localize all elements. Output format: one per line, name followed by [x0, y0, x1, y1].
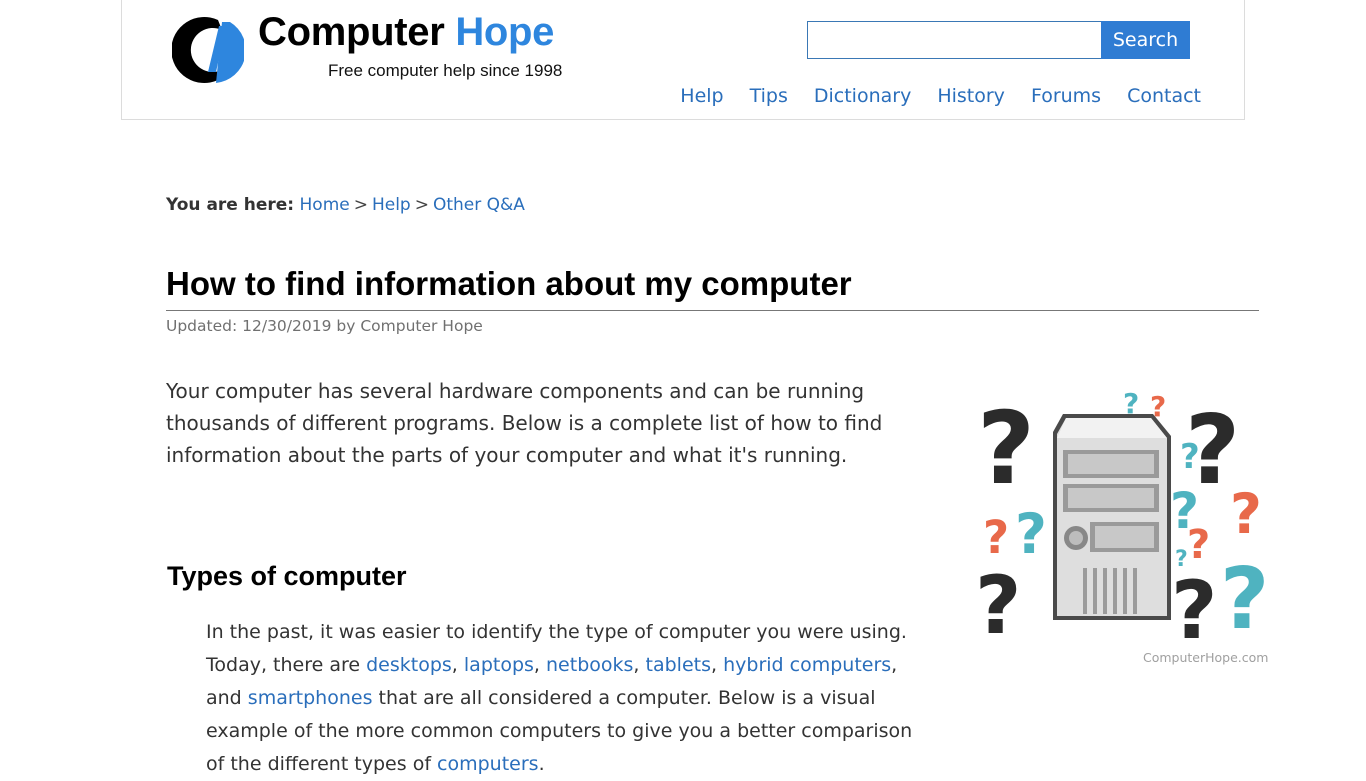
- nav-tips[interactable]: Tips: [750, 85, 788, 107]
- logo-title: Computer Hope: [258, 10, 555, 54]
- link-hybrid-computers[interactable]: hybrid computers: [723, 654, 891, 676]
- link-laptops[interactable]: laptops: [464, 654, 534, 676]
- question-mark-icon: ?: [1175, 547, 1188, 572]
- title-divider: [166, 310, 1259, 311]
- image-caption: ComputerHope.com: [1143, 650, 1269, 665]
- breadcrumb-separator: >: [414, 195, 429, 215]
- page-title: How to find information about my compute…: [166, 265, 852, 302]
- search-input[interactable]: [807, 21, 1101, 59]
- question-mark-icon: ?: [1171, 564, 1217, 650]
- question-mark-icon: ?: [977, 390, 1035, 507]
- question-mark-icon: ?: [1220, 550, 1269, 649]
- link-smartphones[interactable]: smartphones: [248, 687, 373, 709]
- nav-forums[interactable]: Forums: [1031, 85, 1101, 107]
- logo-tagline: Free computer help since 1998: [328, 61, 563, 80]
- intro-paragraph: Your computer has several hardware compo…: [166, 379, 883, 467]
- updated-info: Updated: 12/30/2019 by Computer Hope: [166, 317, 483, 335]
- question-mark-icon: ?: [1015, 502, 1047, 566]
- computer-tower-illustration: ? ? ? ? ? ? ? ? ? ? ? ? ? ?: [975, 388, 1269, 650]
- logo-icon: [172, 17, 244, 83]
- breadcrumb-home[interactable]: Home: [300, 195, 350, 215]
- section-title-types-of-computer: Types of computer: [167, 561, 407, 591]
- question-mark-icon: ?: [1180, 437, 1200, 477]
- section-body-types-of-computer: In the past, it was easier to identify t…: [206, 621, 913, 775]
- link-tablets[interactable]: tablets: [646, 654, 711, 676]
- breadcrumb-label: You are here:: [166, 195, 295, 215]
- nav-contact[interactable]: Contact: [1127, 85, 1201, 107]
- main-nav: Help Tips Dictionary History Forums Cont…: [680, 85, 1201, 107]
- breadcrumb-help[interactable]: Help: [372, 195, 411, 215]
- question-mark-icon: ?: [983, 511, 1009, 564]
- breadcrumb-other-qa[interactable]: Other Q&A: [433, 195, 525, 215]
- nav-history[interactable]: History: [937, 85, 1005, 107]
- link-computers[interactable]: computers: [437, 753, 539, 775]
- site-header: Computer Hope Free computer help since 1…: [121, 0, 1245, 120]
- search-form: Search: [807, 21, 1190, 59]
- site-logo[interactable]: Computer Hope Free computer help since 1…: [172, 10, 592, 88]
- question-mark-icon: ?: [1230, 482, 1262, 546]
- computer-questions-image: ? ? ? ? ? ? ? ? ? ? ? ? ? ?: [975, 388, 1275, 650]
- search-button[interactable]: Search: [1101, 21, 1190, 59]
- breadcrumb: You are here: Home > Help > Other Q&A: [166, 195, 525, 215]
- link-desktops[interactable]: desktops: [366, 654, 452, 676]
- question-mark-icon: ?: [975, 559, 1021, 650]
- nav-dictionary[interactable]: Dictionary: [814, 85, 911, 107]
- question-mark-icon: ?: [1187, 522, 1210, 568]
- nav-help[interactable]: Help: [680, 85, 723, 107]
- link-netbooks[interactable]: netbooks: [546, 654, 633, 676]
- breadcrumb-separator: >: [353, 195, 368, 215]
- computer-tower-icon: [1053, 414, 1171, 620]
